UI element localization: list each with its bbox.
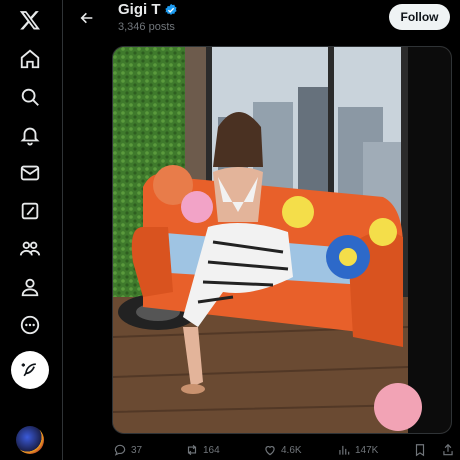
grok-icon[interactable] [12, 193, 48, 229]
reply-icon [114, 444, 126, 456]
x-logo-icon[interactable] [12, 2, 48, 38]
profile-name: Gigi T [118, 1, 161, 18]
repost-button[interactable]: 164 [185, 440, 220, 460]
post-photo[interactable] [112, 46, 452, 434]
views-button[interactable]: 147K [337, 440, 378, 460]
verified-badge-icon [164, 3, 177, 15]
divider [62, 0, 63, 460]
account-avatar[interactable] [16, 426, 44, 454]
views-count: 147K [355, 444, 379, 456]
bookmark-button[interactable] [413, 440, 427, 460]
back-arrow-icon[interactable] [75, 6, 99, 30]
posts-count: 3,346 posts [118, 21, 175, 33]
mail-icon[interactable] [12, 155, 48, 191]
profile-name-row: Gigi T [118, 1, 178, 18]
views-chart-icon [339, 445, 350, 455]
follow-button[interactable]: Follow [389, 4, 450, 30]
profile-icon[interactable] [12, 269, 48, 305]
feather-plus-icon [21, 363, 36, 377]
communities-icon[interactable] [12, 231, 48, 267]
share-button[interactable] [441, 440, 455, 460]
post-actions: 37 164 4.6K 147K [63, 440, 460, 460]
like-count: 4.6K [281, 444, 302, 456]
side-navigation [0, 0, 62, 460]
share-icon [443, 443, 453, 456]
heart-icon [265, 446, 275, 456]
profile-header: Gigi T 3,346 posts Follow [63, 0, 460, 40]
bookmark-icon [415, 444, 425, 457]
search-icon[interactable] [12, 79, 48, 115]
like-button[interactable]: 4.6K [263, 440, 302, 460]
more-icon[interactable] [12, 307, 48, 343]
repost-icon [187, 444, 197, 456]
home-icon[interactable] [12, 41, 48, 77]
bell-icon[interactable] [12, 117, 48, 153]
reply-count: 37 [131, 444, 143, 456]
reply-button[interactable]: 37 [113, 440, 142, 460]
repost-count: 164 [203, 444, 220, 456]
compose-button[interactable] [11, 351, 49, 389]
